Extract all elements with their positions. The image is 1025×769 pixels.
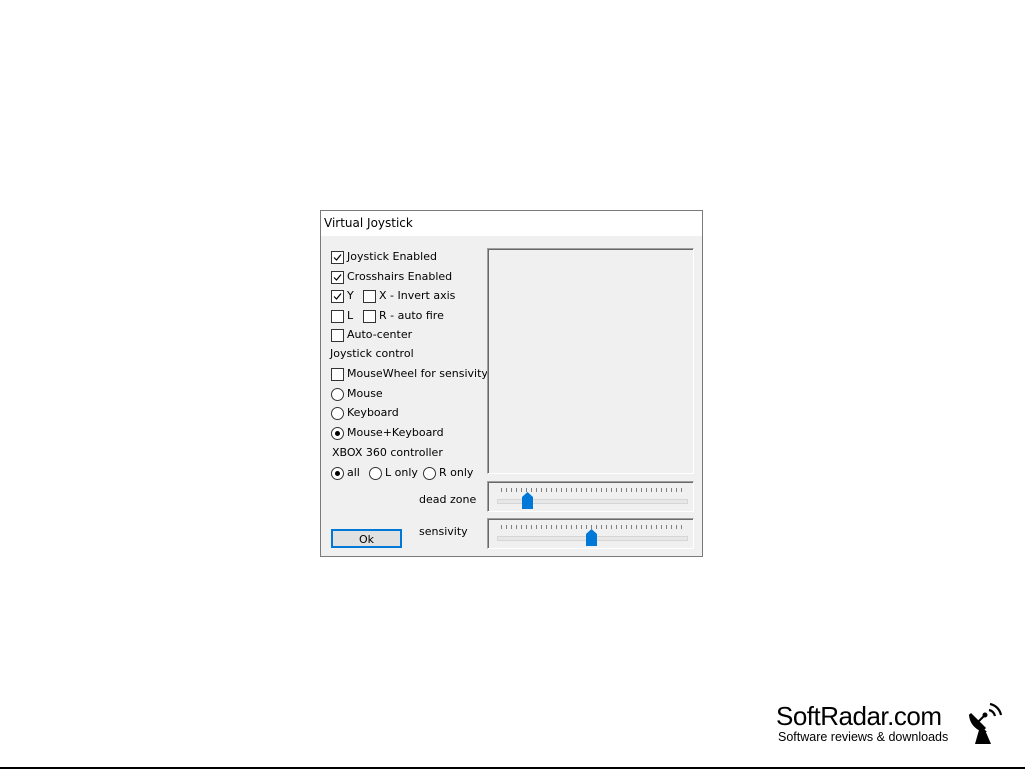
radio-circle[interactable] [331, 407, 344, 420]
auto-center-label: Auto-center [347, 328, 413, 341]
checkbox-box[interactable] [331, 329, 344, 342]
xbox-controller-heading: XBOX 360 controller [332, 446, 443, 459]
radio-circle[interactable] [331, 427, 344, 440]
mouse-radio-label: Mouse [347, 387, 383, 400]
keyboard-radio-label: Keyboard [347, 406, 399, 419]
joystick-control-heading: Joystick control [330, 347, 414, 360]
checkbox-box[interactable] [331, 310, 344, 323]
radio-circle[interactable] [331, 388, 344, 401]
softradar-watermark: SoftRadar.com Software reviews & downloa… [775, 700, 1010, 750]
desktop-background: Virtual Joystick Joystick Enabled Crossh… [0, 0, 1025, 769]
sensivity-slider[interactable] [487, 518, 694, 549]
crosshairs-enabled-label: Crosshairs Enabled [347, 270, 453, 283]
slider-thumb[interactable] [521, 492, 533, 509]
window-title: Virtual Joystick [324, 216, 413, 230]
checkbox-box[interactable] [331, 251, 344, 264]
virtual-joystick-dialog: Virtual Joystick Joystick Enabled Crossh… [320, 210, 703, 557]
radio-circle[interactable] [423, 467, 436, 480]
xbox-l-only-label: L only [385, 466, 418, 479]
radio-dot [335, 471, 340, 476]
ok-button[interactable]: Ok [331, 529, 402, 548]
dead-zone-label: dead zone [419, 493, 477, 506]
slider-thumb[interactable] [586, 529, 597, 546]
radar-dish-icon [968, 702, 1003, 744]
y-axis-label: Y [347, 289, 354, 302]
r-auto-fire-label: R - auto fire [379, 309, 444, 322]
watermark-subtitle: Software reviews & downloads [778, 730, 949, 744]
checkbox-box[interactable] [331, 290, 344, 303]
dead-zone-slider[interactable] [487, 481, 694, 512]
mousewheel-sensivity-label: MouseWheel for sensivity [347, 367, 488, 380]
checkbox-box[interactable] [363, 310, 376, 323]
xbox-all-label: all [347, 466, 360, 479]
checkbox-box[interactable] [331, 368, 344, 381]
radio-circle[interactable] [331, 467, 344, 480]
title-bar[interactable]: Virtual Joystick [321, 211, 702, 236]
checkbox-box[interactable] [331, 271, 344, 284]
radio-dot [335, 431, 340, 436]
checkbox-box[interactable] [363, 290, 376, 303]
joystick-enabled-label: Joystick Enabled [347, 250, 437, 263]
x-invert-axis-label: X - Invert axis [379, 289, 456, 302]
joystick-display-panel[interactable] [487, 248, 694, 474]
radio-circle[interactable] [369, 467, 382, 480]
xbox-r-only-label: R only [439, 466, 474, 479]
l-label: L [347, 309, 354, 322]
mouse-keyboard-radio-label: Mouse+Keyboard [347, 426, 444, 439]
sensivity-label: sensivity [419, 525, 468, 538]
watermark-title: SoftRadar.com [776, 701, 942, 731]
